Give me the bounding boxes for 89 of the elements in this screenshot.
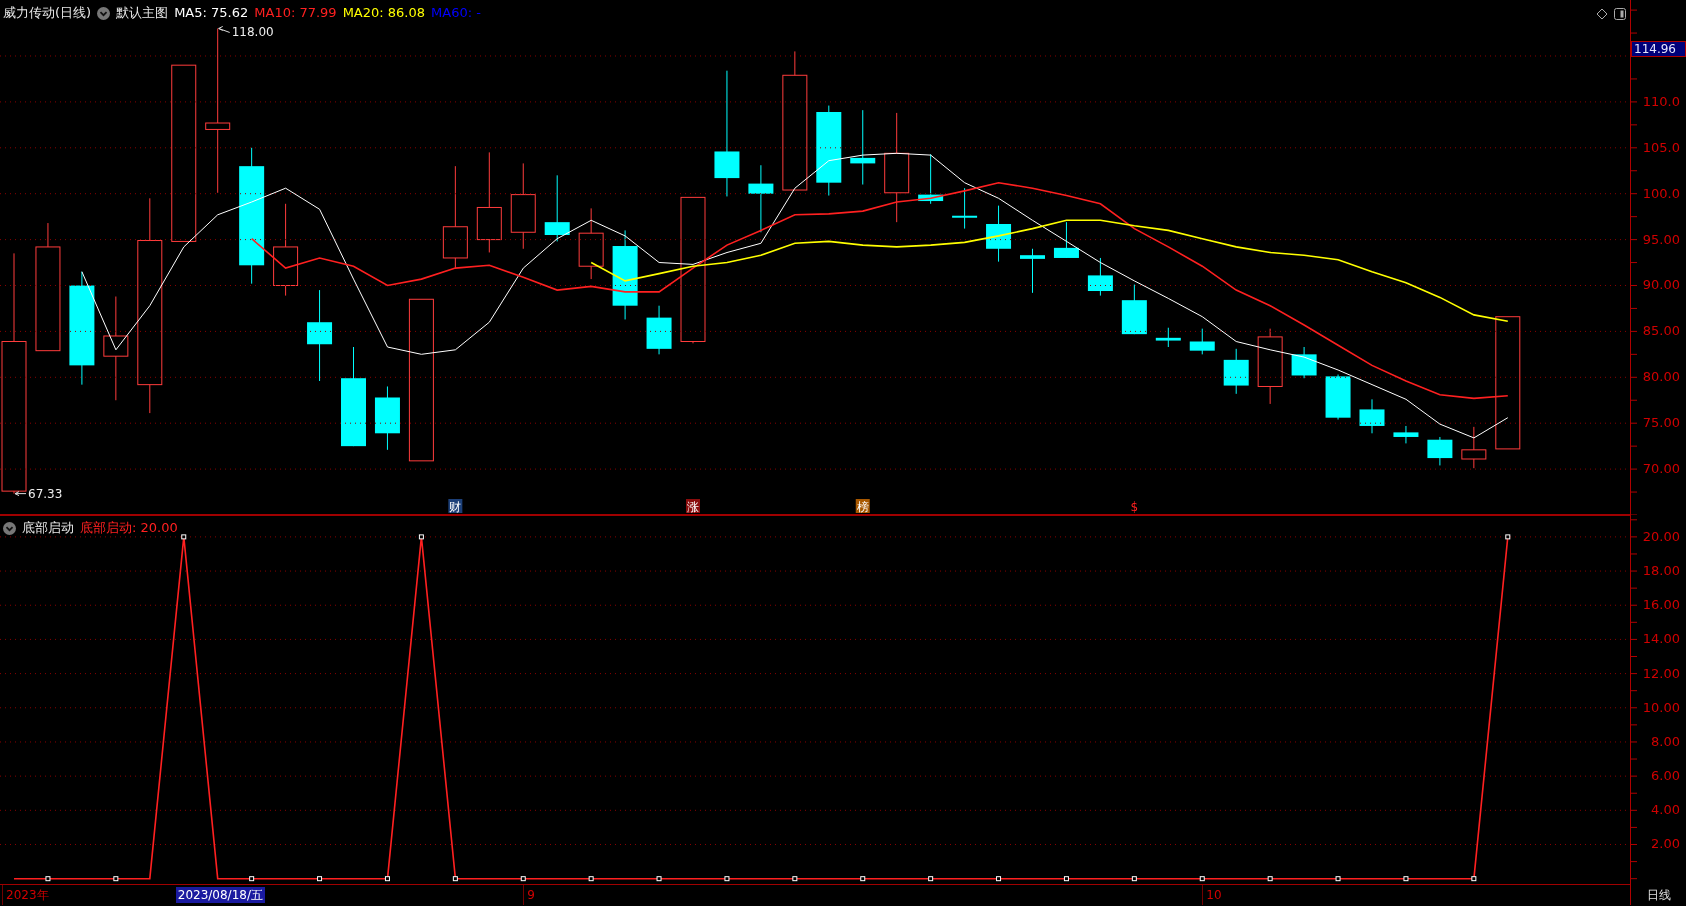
- legend-value: MA10: 77.99: [254, 5, 337, 21]
- axis-label: 8.00: [1651, 733, 1680, 750]
- axis-label: 90.00: [1642, 277, 1680, 294]
- data-point: [792, 876, 798, 882]
- axis-label: 12.00: [1642, 665, 1680, 682]
- annotation: 67.33: [28, 486, 63, 501]
- data-point: [996, 876, 1002, 882]
- axis-label: 75.00: [1642, 415, 1680, 432]
- candlestick: [1393, 425, 1419, 444]
- axis-label: 105.0: [1642, 139, 1680, 156]
- extreme-price-label: 118.00: [218, 25, 274, 40]
- data-point: [928, 876, 934, 882]
- data-point: [724, 876, 730, 882]
- candlestick: [544, 174, 570, 242]
- dropdown-icon[interactable]: [3, 521, 16, 535]
- data-point: [181, 534, 187, 540]
- data-point: [249, 876, 255, 882]
- data-point: [1403, 876, 1409, 882]
- legend-value: MA5: 75.62: [174, 5, 249, 21]
- cursor-date: 2023/08/18/五: [175, 887, 265, 903]
- data-point: [860, 876, 866, 882]
- candlestick: [374, 386, 400, 451]
- candlestick: [918, 153, 944, 205]
- dropdown-icon[interactable]: [97, 6, 111, 20]
- data-point: [384, 876, 390, 882]
- chart-title: 威力传动(日线): [3, 5, 92, 21]
- event-badge: 榜: [855, 499, 870, 514]
- candlestick: [1121, 284, 1147, 335]
- candlestick: [1189, 328, 1215, 355]
- axis-label: 100.0: [1642, 185, 1680, 202]
- candlestick: [952, 187, 978, 230]
- event-badge: 财: [448, 499, 463, 514]
- legend-value: 底部启动: 20.00: [80, 520, 178, 536]
- candlestick: [986, 205, 1012, 263]
- candlestick: [1359, 398, 1385, 434]
- data-point: [1199, 876, 1205, 882]
- data-point: [1063, 876, 1069, 882]
- date-label: 2023年: [2, 885, 49, 905]
- candlestick: [1291, 346, 1317, 379]
- data-point: [1131, 876, 1137, 882]
- data-point: [317, 876, 323, 882]
- data-point: [1335, 876, 1341, 882]
- data-point: [113, 876, 119, 882]
- annotation: 118.00: [231, 25, 274, 40]
- period-label[interactable]: 日线: [1646, 885, 1671, 905]
- candlestick: [1223, 348, 1249, 395]
- axis-label: 110.0: [1642, 93, 1680, 110]
- diamond-icon[interactable]: [1596, 8, 1608, 20]
- date-label: 10: [1202, 885, 1222, 905]
- price-label: 114.96: [1631, 41, 1686, 58]
- candlestick: [1155, 327, 1181, 348]
- axis-label: 2.00: [1651, 836, 1680, 853]
- data-point: [45, 876, 51, 882]
- axis-label: 95.00: [1642, 231, 1680, 248]
- axis-label: 10.00: [1642, 699, 1680, 716]
- axis-label: 20.00: [1642, 528, 1680, 545]
- panel-toggle-icon[interactable]: [1614, 8, 1626, 20]
- extreme-price-label: 67.33: [14, 486, 63, 501]
- data-point: [1267, 876, 1273, 882]
- axis-label: 80.00: [1642, 369, 1680, 386]
- legend-value: MA20: 86.08: [342, 5, 426, 21]
- date-label: 9: [523, 885, 535, 905]
- candlestick: [1020, 248, 1045, 294]
- axis-label: 18.00: [1642, 563, 1680, 580]
- data-point: [452, 876, 458, 882]
- data-point: [1471, 876, 1477, 882]
- axis-label: 85.00: [1642, 323, 1680, 340]
- event-badge: 涨: [686, 499, 700, 514]
- data-point: [1505, 534, 1511, 540]
- template-name[interactable]: 默认主图: [116, 5, 169, 21]
- data-point: [656, 876, 662, 882]
- legend-value: MA60: -: [431, 5, 481, 21]
- axis-label: 6.00: [1651, 768, 1680, 785]
- candlestick: [1087, 257, 1113, 297]
- candlestick: [1053, 221, 1079, 259]
- axis-label: 4.00: [1651, 802, 1680, 819]
- data-point: [520, 876, 526, 882]
- axis-label: 16.00: [1642, 597, 1680, 614]
- candlestick: [1325, 374, 1351, 421]
- axis-label: 14.00: [1642, 631, 1680, 648]
- axis-label: 70.00: [1642, 461, 1680, 478]
- candlestick: [1461, 426, 1487, 469]
- candlestick: [748, 164, 774, 233]
- candlestick: [646, 305, 672, 355]
- data-point: [588, 876, 594, 882]
- event-mark: $: [1130, 500, 1139, 514]
- data-point: [418, 534, 424, 540]
- indicator-title: 底部启动: [22, 520, 74, 536]
- candlestick: [1427, 436, 1453, 466]
